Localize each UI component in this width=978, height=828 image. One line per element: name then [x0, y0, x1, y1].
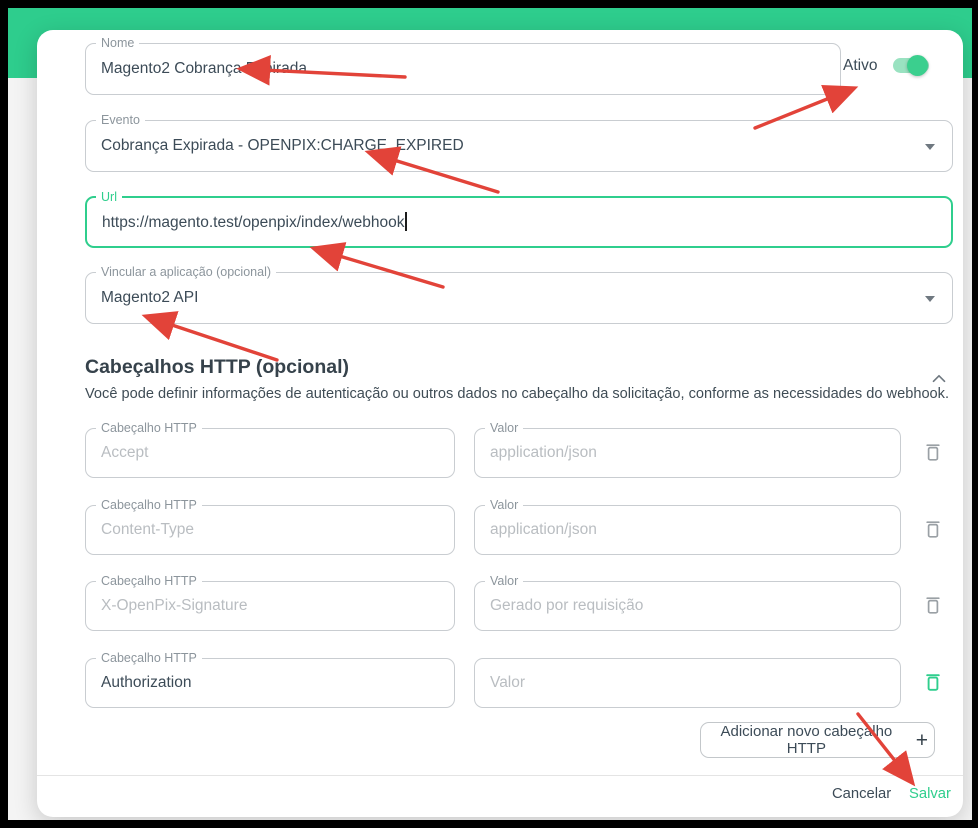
header-name-label: Cabeçalho HTTP: [96, 573, 202, 590]
cancel-button[interactable]: Cancelar: [832, 786, 891, 802]
trash-icon: [921, 593, 945, 617]
header-value-label: Valor: [485, 573, 523, 590]
add-header-button[interactable]: Adicionar novo cabeçalho HTTP +: [700, 722, 935, 758]
url-label: Url: [96, 189, 122, 206]
vincular-select[interactable]: Vincular a aplicação (opcional) Magento2…: [85, 272, 953, 324]
ativo-toggle[interactable]: [893, 58, 929, 73]
add-header-label: Adicionar novo cabeçalho HTTP: [707, 723, 906, 757]
header-name-placeholder: Content-Type: [101, 521, 194, 539]
headers-section-title: Cabeçalhos HTTP (opcional): [85, 356, 349, 379]
headers-section-description: Você pode definir informações de autenti…: [85, 386, 949, 402]
save-button[interactable]: Salvar: [909, 786, 951, 802]
url-field[interactable]: Url https://magento.test/openpix/index/w…: [85, 196, 953, 248]
evento-select[interactable]: Evento Cobrança Expirada - OPENPIX:CHARG…: [85, 120, 953, 172]
header-value-label: Valor: [485, 420, 523, 437]
vincular-label: Vincular a aplicação (opcional): [96, 264, 276, 281]
dropdown-arrow-icon: [925, 296, 935, 302]
delete-header-button[interactable]: [920, 517, 946, 543]
chevron-up-icon: [928, 368, 950, 390]
header-name-placeholder: X-OpenPix-Signature: [101, 597, 247, 615]
plus-icon: +: [916, 730, 928, 751]
nome-value: Magento2 Cobrança Expirada: [101, 60, 307, 78]
collapse-section-button[interactable]: [928, 368, 950, 390]
evento-value: Cobrança Expirada - OPENPIX:CHARGE_EXPIR…: [101, 137, 464, 155]
header-value-placeholder: Valor: [490, 674, 525, 692]
text-cursor: [405, 212, 407, 231]
header-name-field[interactable]: Cabeçalho HTTP X-OpenPix-Signature: [85, 581, 455, 631]
trash-icon: [921, 517, 945, 541]
vincular-value: Magento2 API: [101, 289, 198, 307]
header-value-placeholder: Gerado por requisição: [490, 597, 643, 615]
header-value-field[interactable]: Valor Gerado por requisição: [474, 581, 901, 631]
delete-header-button[interactable]: [920, 440, 946, 466]
header-value-field[interactable]: Valor: [474, 658, 901, 708]
header-name-label: Cabeçalho HTTP: [96, 650, 202, 667]
header-name-field[interactable]: Cabeçalho HTTP Authorization: [85, 658, 455, 708]
header-name-label: Cabeçalho HTTP: [96, 420, 202, 437]
header-value-placeholder: application/json: [490, 521, 597, 539]
header-value-label: Valor: [485, 497, 523, 514]
ativo-label: Ativo: [843, 57, 877, 75]
header-name-field[interactable]: Cabeçalho HTTP Content-Type: [85, 505, 455, 555]
header-value-placeholder: application/json: [490, 444, 597, 462]
header-name-value: Authorization: [101, 674, 191, 692]
delete-header-button[interactable]: [920, 593, 946, 619]
header-name-field[interactable]: Cabeçalho HTTP Accept: [85, 428, 455, 478]
url-value: https://magento.test/openpix/index/webho…: [102, 212, 407, 232]
header-name-placeholder: Accept: [101, 444, 148, 462]
toggle-knob: [907, 55, 928, 76]
nome-field[interactable]: Nome Magento2 Cobrança Expirada: [85, 43, 841, 95]
delete-header-button[interactable]: [920, 670, 946, 696]
nome-label: Nome: [96, 35, 139, 52]
trash-icon: [921, 440, 945, 464]
evento-label: Evento: [96, 112, 145, 129]
dropdown-arrow-icon: [925, 144, 935, 150]
trash-icon: [921, 670, 945, 694]
header-value-field[interactable]: Valor application/json: [474, 505, 901, 555]
footer-divider: [37, 775, 963, 776]
header-name-label: Cabeçalho HTTP: [96, 497, 202, 514]
header-value-field[interactable]: Valor application/json: [474, 428, 901, 478]
screenshot-frame: Nome Magento2 Cobrança Expirada Ativo Ev…: [0, 0, 978, 828]
